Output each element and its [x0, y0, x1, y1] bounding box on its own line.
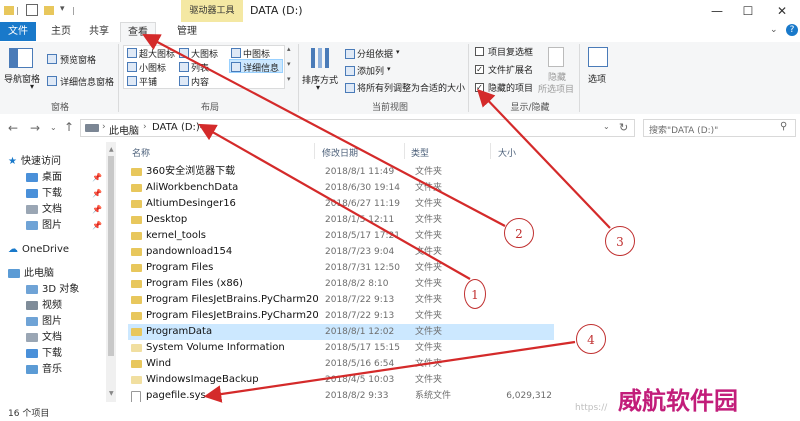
annotation-arrow-1: [198, 123, 471, 280]
watermark-logo: 威航软件园: [618, 386, 738, 415]
annotation-label-1: 1: [464, 279, 486, 309]
annotation-arrow-4: [203, 340, 576, 403]
annotation-label-3: 3: [605, 226, 635, 256]
annotation-label-2: 2: [504, 218, 534, 248]
watermark-url: https://: [575, 403, 608, 413]
annotation-label-4: 4: [576, 324, 606, 354]
annotation-overlay: [142, 33, 611, 403]
annotation-arrow-3: [476, 88, 611, 229]
